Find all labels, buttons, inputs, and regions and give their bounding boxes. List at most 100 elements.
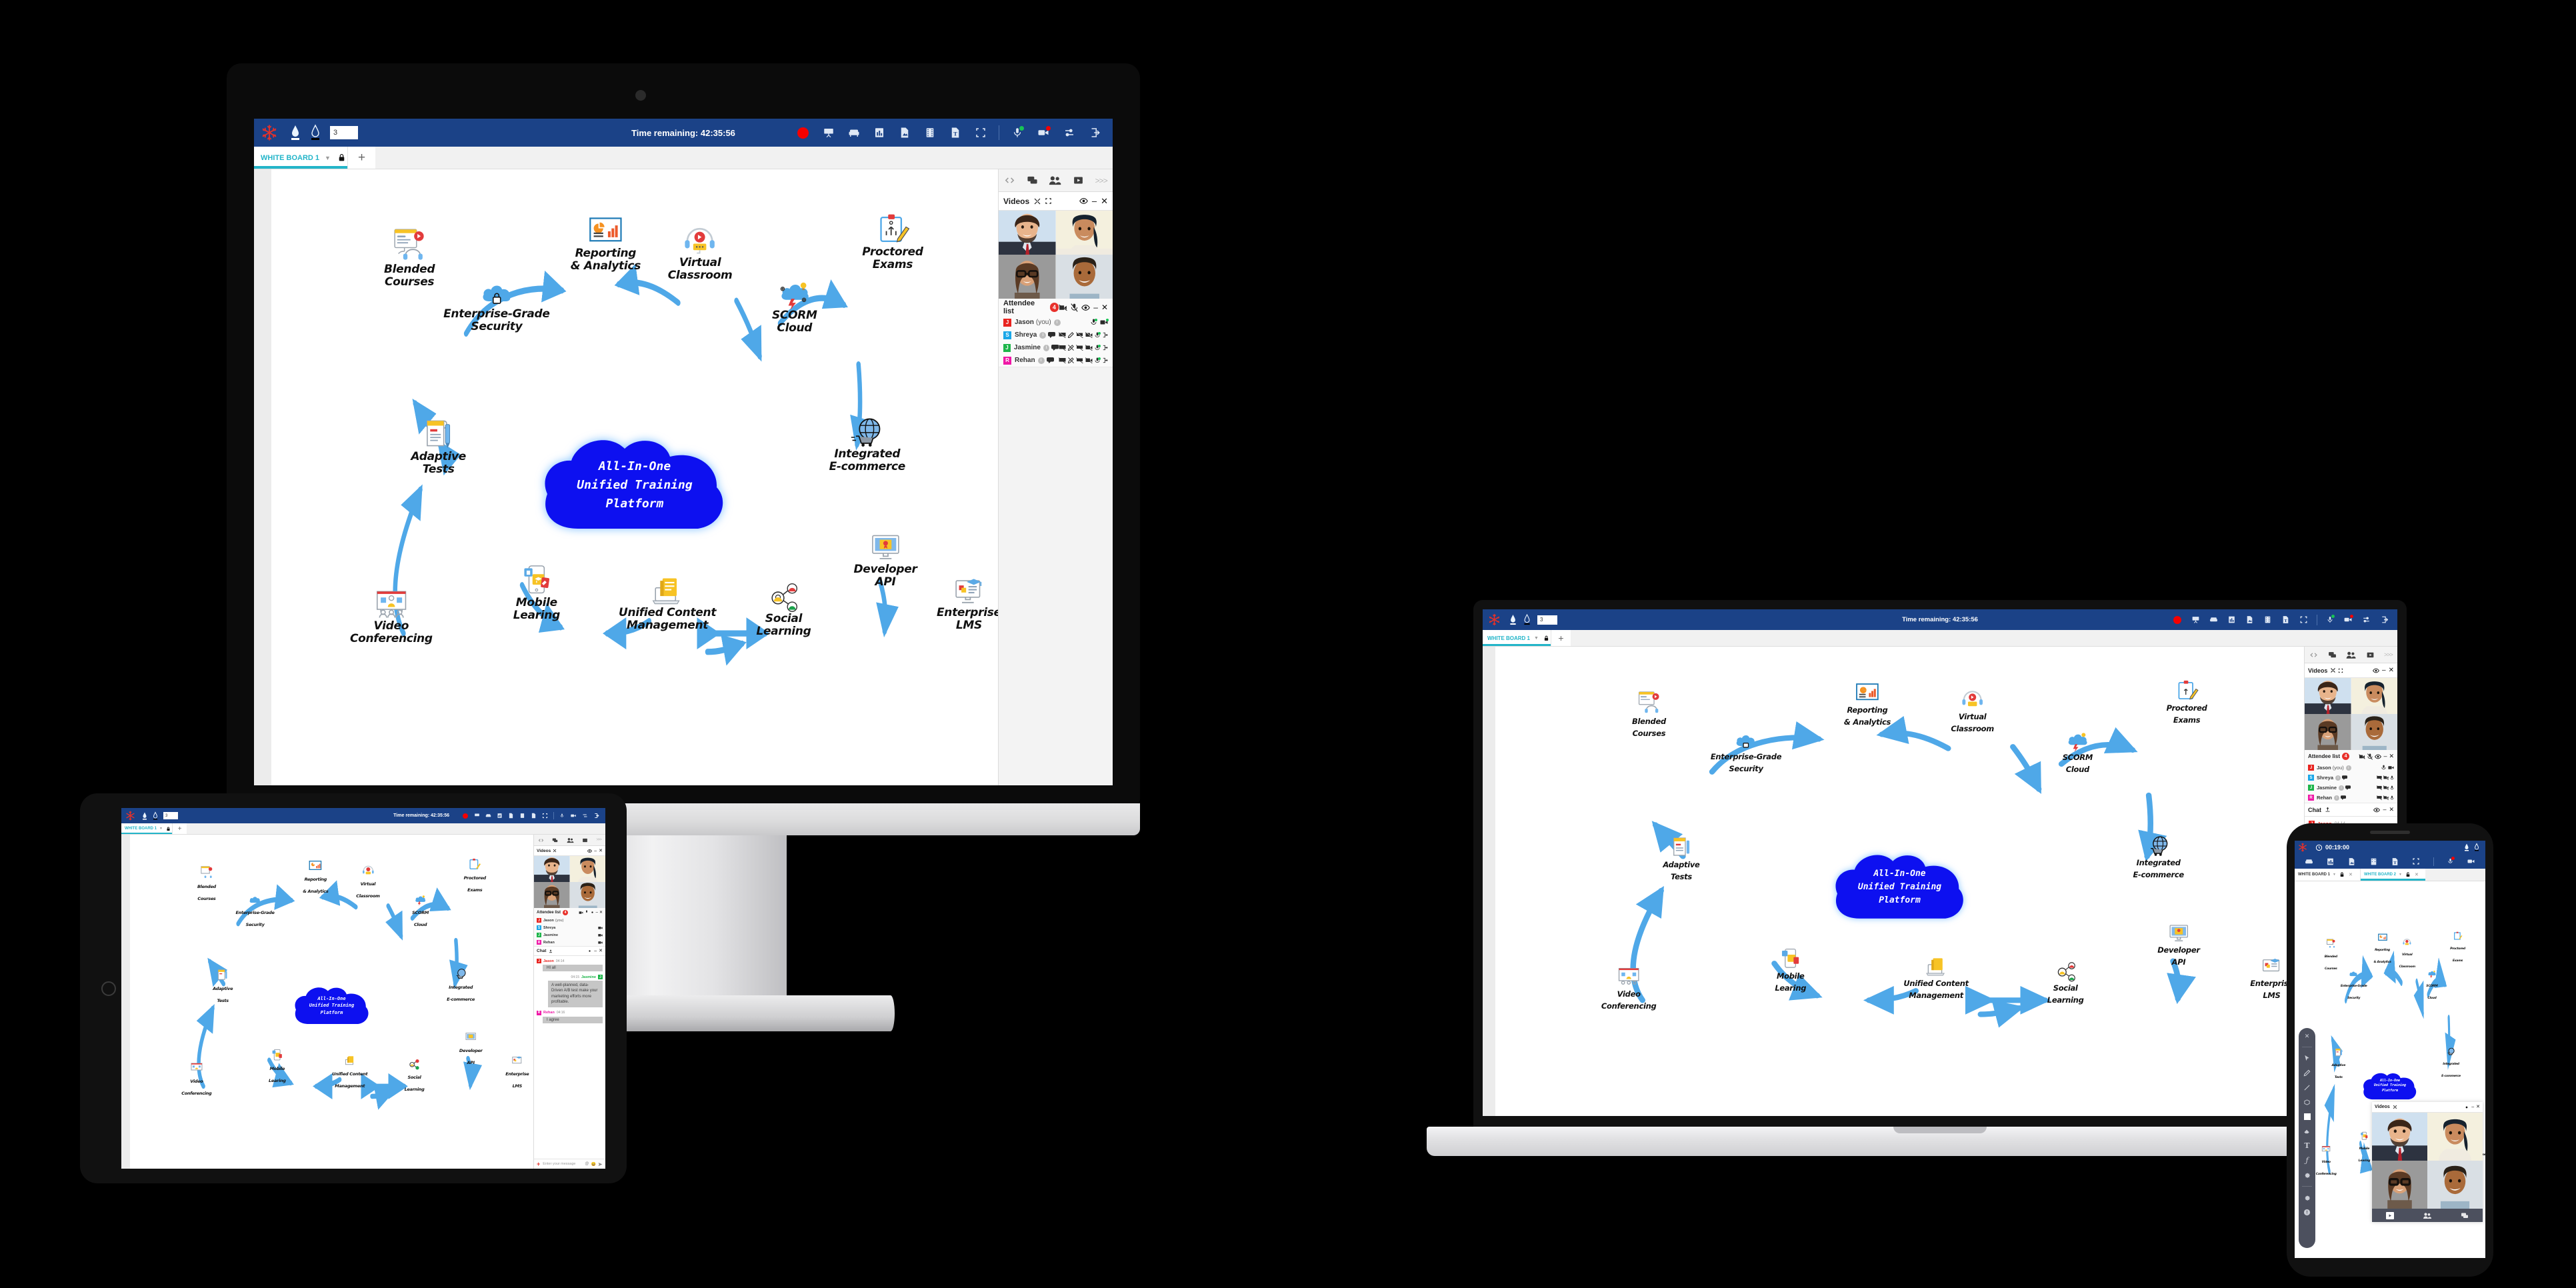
mindmap-node-mobile-learning[interactable]: Mobile Learing bbox=[513, 563, 560, 622]
chevron-down-icon[interactable]: ▼ bbox=[325, 155, 331, 161]
film-icon[interactable] bbox=[2263, 615, 2272, 624]
close-icon[interactable]: ✕ bbox=[599, 849, 603, 853]
eye-icon[interactable] bbox=[587, 849, 593, 853]
close-icon[interactable]: ✕ bbox=[2389, 667, 2394, 674]
attendee-row-jason[interactable]: J Jason (you) bbox=[534, 917, 605, 924]
attendee-row-shreya[interactable]: S Shreya i bbox=[999, 329, 1113, 341]
tab-whiteboard-1[interactable]: WHITE BOARD 1 ▼ bbox=[254, 147, 347, 169]
camera-off-icon[interactable] bbox=[1085, 331, 1093, 339]
settings-sliders-icon[interactable] bbox=[582, 813, 588, 819]
minimize-icon[interactable]: – bbox=[1093, 303, 1098, 311]
formula-icon[interactable]: ƒ bbox=[2305, 1157, 2308, 1164]
microphone-icon[interactable] bbox=[1011, 126, 1024, 139]
mic-icon[interactable] bbox=[1095, 357, 1101, 364]
mindmap-center-node[interactable]: All-In-One Unified Training Platform bbox=[1831, 847, 1969, 925]
info-icon[interactable]: i bbox=[1053, 319, 1061, 326]
video-tile[interactable] bbox=[999, 211, 1056, 255]
microphone-icon[interactable] bbox=[559, 813, 565, 819]
chat-bubble-icon[interactable] bbox=[1051, 345, 1059, 351]
mindmap-node-video-conferencing[interactable]: Video Conferencing bbox=[1601, 966, 1657, 1012]
info-icon[interactable]: i bbox=[2333, 795, 2339, 801]
camera-icon[interactable] bbox=[2388, 765, 2394, 770]
more-icon[interactable]: >>> bbox=[1095, 177, 1108, 185]
code-icon[interactable] bbox=[2309, 651, 2318, 659]
emoji-icon[interactable]: 😀 bbox=[591, 1162, 596, 1167]
mindmap-center-node[interactable]: All-In-One Unified Training Platform bbox=[2361, 1070, 2419, 1102]
mindmap-node-adaptive-tests[interactable]: Adaptive Tests bbox=[411, 416, 466, 476]
more-gear-icon[interactable] bbox=[2303, 1194, 2311, 1201]
chat-bubble-icon[interactable] bbox=[1048, 332, 1056, 338]
mindmap-node-reporting-analytics[interactable]: Reporting & Analytics bbox=[571, 215, 641, 273]
media-icon[interactable] bbox=[2386, 1211, 2395, 1219]
upload-icon[interactable] bbox=[549, 949, 553, 953]
info-icon[interactable]: i bbox=[2345, 765, 2351, 771]
mindmap-center-node[interactable]: All-In-One Unified Training Platform bbox=[292, 983, 372, 1027]
attendee-row-rehan[interactable]: R Rehan bbox=[534, 939, 605, 946]
image-doc-icon[interactable] bbox=[508, 813, 514, 819]
shuffle-icon[interactable] bbox=[1033, 197, 1041, 205]
chevron-down-icon[interactable]: ▼ bbox=[1534, 636, 1539, 641]
film-icon[interactable] bbox=[924, 127, 936, 139]
camera-icon[interactable] bbox=[1037, 126, 1051, 139]
text-doc-icon[interactable] bbox=[531, 813, 537, 819]
mindmap-node-social-learning[interactable]: Social Learning bbox=[756, 582, 811, 638]
chat-input-placeholder[interactable]: Enter your message bbox=[543, 1162, 575, 1166]
record-icon[interactable] bbox=[463, 813, 468, 819]
minimize-icon[interactable]: – bbox=[2471, 1105, 2474, 1109]
settings-sliders-icon[interactable] bbox=[1063, 127, 1075, 139]
mindmap-node-reporting-analytics[interactable]: Reporting & Analytics bbox=[2374, 933, 2391, 966]
image-doc-icon[interactable] bbox=[899, 127, 911, 139]
mindmap-node-proctored-exams[interactable]: Proctored Exams bbox=[2167, 679, 2207, 726]
eye-icon[interactable] bbox=[587, 949, 592, 953]
close-icon[interactable]: ✕ bbox=[2389, 753, 2394, 759]
mindmap-node-video-conferencing[interactable]: Video Conferencing bbox=[350, 588, 433, 645]
pen-color-white-icon[interactable] bbox=[2464, 843, 2469, 852]
mindmap-node-integrated-ecommerce[interactable]: Integrated E-commerce bbox=[2441, 1047, 2461, 1080]
minimize-icon[interactable]: – bbox=[1092, 197, 1097, 205]
whiteboard-icon[interactable] bbox=[823, 127, 835, 139]
text-doc-icon[interactable]: T bbox=[2391, 857, 2399, 866]
add-attachment-icon[interactable]: + bbox=[537, 1161, 540, 1167]
camera-off-icon[interactable] bbox=[598, 941, 603, 945]
line-icon[interactable] bbox=[2303, 1084, 2311, 1091]
eye-icon[interactable] bbox=[1079, 197, 1088, 205]
remove-attendee-icon[interactable] bbox=[1102, 345, 1108, 351]
camera-icon[interactable] bbox=[1100, 319, 1109, 325]
unlock-icon[interactable] bbox=[2405, 872, 2411, 877]
close-tab-icon[interactable]: ✕ bbox=[2349, 872, 2353, 877]
eye-icon[interactable] bbox=[1081, 303, 1091, 312]
screen-share-off-icon[interactable] bbox=[2376, 795, 2383, 801]
camera-off-icon[interactable] bbox=[2383, 775, 2389, 781]
close-icon[interactable]: ✕ bbox=[599, 949, 603, 953]
camera-off-icon[interactable] bbox=[2383, 785, 2389, 791]
attendee-row-shreya[interactable]: S Shreya bbox=[534, 924, 605, 931]
mindmap-node-enterprise-grade-security[interactable]: Enterprise-Grade Security bbox=[236, 895, 275, 929]
add-whiteboard-tab-button[interactable]: + bbox=[347, 147, 375, 169]
mindmap-node-proctored-exams[interactable]: Proctored Exams bbox=[464, 858, 486, 895]
mic-icon[interactable] bbox=[1095, 331, 1101, 339]
minimize-icon[interactable]: – bbox=[2383, 807, 2386, 813]
chevron-down-icon[interactable]: ▼ bbox=[2399, 873, 2402, 877]
eye-icon[interactable] bbox=[2373, 667, 2379, 674]
mindmap-node-virtual-classroom[interactable]: Virtual Classroom bbox=[1951, 689, 1994, 735]
fill-color-icon[interactable] bbox=[2303, 1113, 2311, 1120]
video-tile[interactable] bbox=[1055, 255, 1113, 299]
mindmap-node-enterprise-grade-security[interactable]: Enterprise-Grade Security bbox=[2341, 970, 2367, 1002]
whiteboard-icon[interactable] bbox=[2191, 615, 2200, 624]
fullscreen-icon[interactable] bbox=[2299, 615, 2308, 624]
eraser-icon[interactable] bbox=[2303, 1127, 2311, 1135]
mindmap-node-adaptive-tests[interactable]: Adaptive Tests bbox=[213, 968, 233, 1005]
chevron-down-icon[interactable]: ▼ bbox=[159, 827, 163, 831]
tab-whiteboard-2[interactable]: WHITE BOARD 2 ▼ ✕ bbox=[2360, 869, 2425, 881]
mindmap-node-scorm-cloud[interactable]: SCORM Cloud bbox=[412, 895, 429, 929]
pen-size-field[interactable]: 3 bbox=[1537, 615, 1557, 625]
add-whiteboard-tab-button[interactable]: + bbox=[172, 823, 187, 834]
mindmap-center-node[interactable]: All-In-One Unified Training Platform bbox=[538, 430, 731, 537]
shuffle-icon[interactable] bbox=[2330, 667, 2336, 673]
media-icon[interactable] bbox=[2366, 651, 2375, 659]
lock-icon[interactable] bbox=[337, 153, 346, 162]
text-tool-icon[interactable]: T bbox=[2304, 1142, 2309, 1149]
mindmap-node-mobile-learning[interactable]: Mobile Learing bbox=[1775, 947, 1806, 994]
chat-bubble-icon[interactable] bbox=[2345, 785, 2351, 790]
mindmap-node-virtual-classroom[interactable]: Virtual Classroom bbox=[668, 225, 733, 282]
